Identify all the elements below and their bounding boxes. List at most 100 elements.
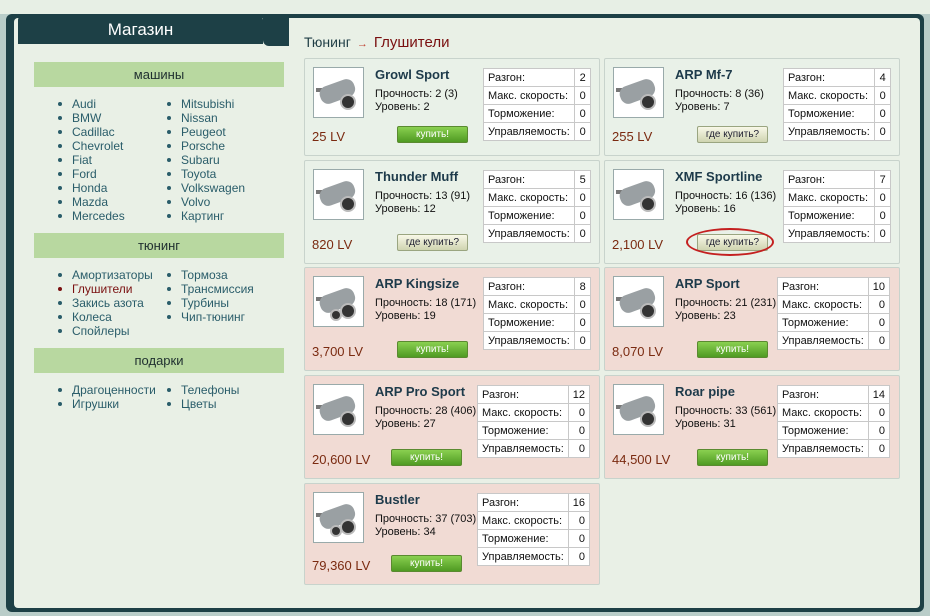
product-thumbnail[interactable] [313,492,364,543]
durability-text: Прочность: 21 (231) [675,297,777,309]
product-info: Прочность: 21 (231) Уровень: 23 [675,297,780,323]
product-name[interactable]: ARP Sport [675,276,740,291]
stat-value: 12 [567,385,591,404]
product-name[interactable]: ARP Pro Sport [375,384,465,399]
level-text: Уровень: 16 [675,203,736,215]
buy-button[interactable]: купить! [697,341,768,358]
buy-button[interactable]: купить! [697,449,768,466]
stat-value: 0 [573,122,591,141]
where-to-buy-button[interactable]: где купить? [697,126,768,143]
sidebar-link[interactable]: Volvo [167,195,268,209]
top-stripe [0,0,930,14]
stat-value: 0 [567,421,591,440]
buy-button[interactable]: купить! [397,341,468,358]
level-text: Уровень: 23 [675,310,736,322]
sidebar-link[interactable]: Nissan [167,111,268,125]
muffler-image [616,181,656,212]
stats-table: Разгон: 8 Макс. скорость: 0 Торможение: 0 Упра… [483,277,591,350]
sidebar-link[interactable]: Тормоза [167,268,268,282]
sidebar-link[interactable]: Чип-тюнинг [167,310,268,324]
product-card: XMF Sportline Прочность: 16 (136) Уровень:… [604,160,900,264]
product-name[interactable]: ARP Mf-7 [675,67,733,82]
product-name[interactable]: Thunder Muff [375,169,458,184]
sidebar-link[interactable]: Цветы [167,397,268,411]
level-text: Уровень: 19 [375,310,436,322]
sidebar-section-2-lists: Драгоценности Игрушки Телефоны Цветы [34,383,284,411]
product-name[interactable]: Bustler [375,492,420,507]
sidebar-section-2-title: подарки [34,348,284,373]
stat-value: 0 [573,104,591,123]
stat-label: Торможение: [477,421,569,440]
sidebar-link[interactable]: Toyota [167,167,268,181]
muffler-image [616,288,656,319]
durability-text: Прочность: 16 (136) [675,190,777,202]
stat-label: Макс. скорость: [483,188,575,207]
sidebar-link[interactable]: Mercedes [58,209,151,223]
sidebar-link[interactable]: Chevrolet [58,139,151,153]
sidebar-link[interactable]: Honda [58,181,151,195]
stat-label: Управляемость: [483,122,575,141]
sidebar-link[interactable]: Колеса [58,310,151,324]
sidebar-link[interactable]: Картинг [167,209,268,223]
stat-value: 0 [867,331,891,350]
product-name[interactable]: Roar pipe [675,384,735,399]
product-thumbnail[interactable] [313,276,364,327]
product-card: Roar pipe Прочность: 33 (561) Уровень: 31 4… [604,375,900,479]
stat-label: Разгон: [483,170,575,189]
sidebar-link[interactable]: Mitsubishi [167,97,268,111]
muffler-image [316,79,356,110]
product-thumbnail[interactable] [313,67,364,118]
sidebar-link[interactable]: Телефоны [167,383,268,397]
product-thumbnail[interactable] [613,169,664,220]
product-price: 20,600 LV [312,452,371,467]
stat-label: Разгон: [477,493,569,512]
sidebar-col-left: Драгоценности Игрушки [34,383,156,411]
buy-button[interactable]: купить! [391,555,462,572]
product-name[interactable]: Growl Sport [375,67,449,82]
sidebar-link[interactable]: Ford [58,167,151,181]
stat-label: Макс. скорость: [777,295,869,314]
level-text: Уровень: 7 [675,101,730,113]
stat-label: Разгон: [483,277,575,296]
sidebar-link[interactable]: Турбины [167,296,268,310]
product-card: ARP Pro Sport Прочность: 28 (406) Уровень:… [304,375,600,479]
product-thumbnail[interactable] [313,384,364,435]
stats-table: Разгон: 2 Макс. скорость: 0 Торможение: 0 Упра… [483,68,591,141]
stat-label: Макс. скорость: [483,86,575,105]
durability-text: Прочность: 8 (36) [675,88,764,100]
sidebar-link[interactable]: Porsche [167,139,268,153]
buy-button[interactable]: купить! [391,449,462,466]
product-thumbnail[interactable] [613,384,664,435]
stat-label: Управляемость: [483,331,575,350]
stat-value: 0 [567,547,591,566]
product-thumbnail[interactable] [313,169,364,220]
product-name[interactable]: XMF Sportline [675,169,762,184]
sidebar-section-0-lists: Audi BMW Cadillac Chevrolet Fiat Ford Honda Maz… [34,97,284,223]
sidebar-link[interactable]: Глушители [58,282,151,296]
sidebar-link[interactable]: Амортизаторы [58,268,153,282]
sidebar-link[interactable]: Fiat [58,153,151,167]
sidebar-link[interactable]: Драгоценности [58,383,156,397]
sidebar-link[interactable]: Трансмиссия [167,282,268,296]
shop-tab-title: Магазин [18,16,263,44]
sidebar-link[interactable]: Volkswagen [167,181,268,195]
stat-value: 0 [873,188,891,207]
stat-label: Торможение: [783,206,875,225]
sidebar-link[interactable]: Peugeot [167,125,268,139]
product-thumbnail[interactable] [613,67,664,118]
sidebar-link[interactable]: Игрушки [58,397,151,411]
sidebar-link[interactable]: Audi [58,97,151,111]
product-thumbnail[interactable] [613,276,664,327]
stat-value: 10 [867,277,891,296]
sidebar-link[interactable]: Mazda [58,195,151,209]
sidebar-link[interactable]: BMW [58,111,151,125]
product-name[interactable]: ARP Kingsize [375,276,459,291]
where-to-buy-button[interactable]: где купить? [397,234,468,251]
breadcrumb-parent-link[interactable]: Тюнинг [304,34,351,50]
sidebar-link[interactable]: Cadillac [58,125,151,139]
stat-value: 0 [573,188,591,207]
buy-button[interactable]: купить! [397,126,468,143]
sidebar-link[interactable]: Спойлеры [58,324,151,338]
sidebar-link[interactable]: Закись азота [58,296,151,310]
sidebar-link[interactable]: Subaru [167,153,268,167]
